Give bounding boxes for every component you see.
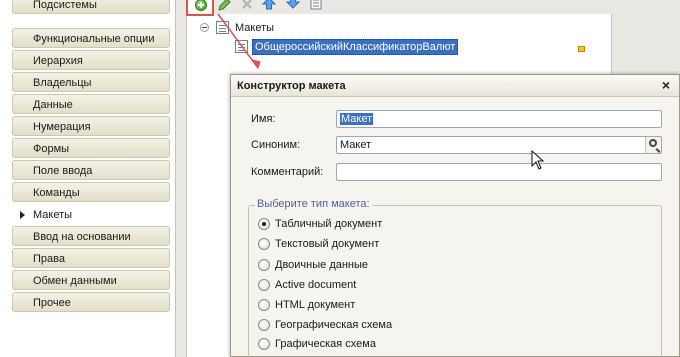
radio-button[interactable] (258, 279, 270, 291)
name-field[interactable]: Макет (336, 110, 662, 128)
tree-node-templates[interactable]: Макеты (235, 21, 274, 35)
collapse-toggle-icon[interactable] (200, 23, 209, 32)
property-sections-nav: Подсистемы Функциональные опции Иерархия… (0, 0, 176, 357)
nav-item-label: Формы (33, 143, 70, 155)
dialog-title-bar[interactable]: Конструктор макета × (231, 75, 679, 97)
synonym-field-value: Макет (340, 139, 372, 151)
nav-item-templates[interactable]: Макеты (12, 204, 170, 224)
comment-label: Комментарий: (251, 166, 324, 178)
close-icon[interactable]: × (659, 78, 673, 92)
nav-item-label: Права (33, 253, 65, 265)
radio-button[interactable] (258, 319, 270, 331)
radio-button[interactable] (258, 299, 270, 311)
synonym-label: Синоним: (251, 139, 301, 151)
synonym-field[interactable]: Макет (336, 136, 662, 154)
nav-item-label: Данные (33, 99, 73, 111)
radio-button[interactable] (258, 338, 270, 350)
add-icon (195, 0, 207, 11)
nav-item-label: Функциональные опции (33, 33, 155, 45)
sort-icon[interactable] (310, 0, 328, 10)
nav-item-label: Прочее (33, 297, 71, 309)
move-up-icon[interactable] (262, 0, 280, 11)
nav-item-input-by-basis[interactable]: Ввод на основании (12, 226, 170, 246)
nav-item-label: Подсистемы (33, 0, 97, 11)
radio-button-selected[interactable] (258, 218, 270, 230)
support-marker-icon (578, 46, 585, 52)
nav-item-label: Владельцы (33, 77, 92, 89)
template-type-group-title: Выберите тип макета: (255, 198, 372, 210)
radio-label: HTML документ (275, 299, 356, 311)
tree-node-currency-classifier[interactable]: ОбщероссийскийКлассификаторВалют (252, 39, 459, 55)
nav-item-owners[interactable]: Владельцы (12, 72, 170, 92)
name-label: Имя: (251, 113, 276, 125)
radio-button[interactable] (258, 259, 270, 271)
nav-item-label: Нумерация (33, 121, 91, 133)
nav-item-input-field[interactable]: Поле ввода (12, 160, 170, 180)
nav-item-rights[interactable]: Права (12, 248, 170, 268)
radio-label: Табличный документ (275, 218, 383, 230)
nav-item-hierarchy[interactable]: Иерархия (12, 50, 170, 70)
radio-label: Active document (275, 279, 357, 291)
nav-item-commands[interactable]: Команды (12, 182, 170, 202)
synonym-select-button[interactable] (645, 137, 661, 153)
nav-item-label: Макеты (33, 209, 73, 221)
current-section-arrow-icon (20, 211, 25, 219)
templates-folder-icon (216, 21, 229, 34)
nav-item-data-exchange[interactable]: Обмен данными (12, 270, 170, 290)
radio-button[interactable] (258, 238, 270, 250)
dialog-title: Конструктор макета (237, 80, 346, 92)
edit-icon[interactable] (216, 0, 234, 12)
mouse-cursor-icon (531, 150, 545, 170)
template-document-icon (235, 40, 248, 53)
comment-field[interactable] (336, 163, 662, 181)
radio-label: Географическая схема (275, 319, 393, 331)
radio-label: Текстовый документ (275, 238, 380, 250)
name-field-value: Макет (340, 113, 374, 125)
search-icon (649, 139, 657, 147)
nav-item-forms[interactable]: Формы (12, 138, 170, 158)
template-type-group: Выберите тип макета: Табличный документ … (248, 198, 662, 357)
template-designer-dialog: Конструктор макета × Имя: Макет Синоним:… (230, 74, 680, 357)
nav-item-functional-options[interactable]: Функциональные опции (12, 28, 170, 48)
nav-item-numbering[interactable]: Нумерация (12, 116, 170, 136)
nav-item-label: Иерархия (33, 55, 83, 67)
nav-item-label: Обмен данными (33, 275, 117, 287)
delete-icon[interactable] (240, 0, 258, 12)
nav-item-subsystems[interactable]: Подсистемы (12, 0, 170, 14)
nav-item-label: Ввод на основании (33, 231, 131, 243)
radio-label: Графическая схема (275, 338, 376, 350)
move-down-icon[interactable] (286, 0, 304, 9)
nav-item-label: Команды (33, 187, 80, 199)
nav-item-other[interactable]: Прочее (12, 292, 170, 312)
radio-label: Двоичные данные (275, 259, 369, 271)
add-button[interactable] (186, 0, 214, 16)
nav-item-data[interactable]: Данные (12, 94, 170, 114)
nav-item-label: Поле ввода (33, 165, 93, 177)
